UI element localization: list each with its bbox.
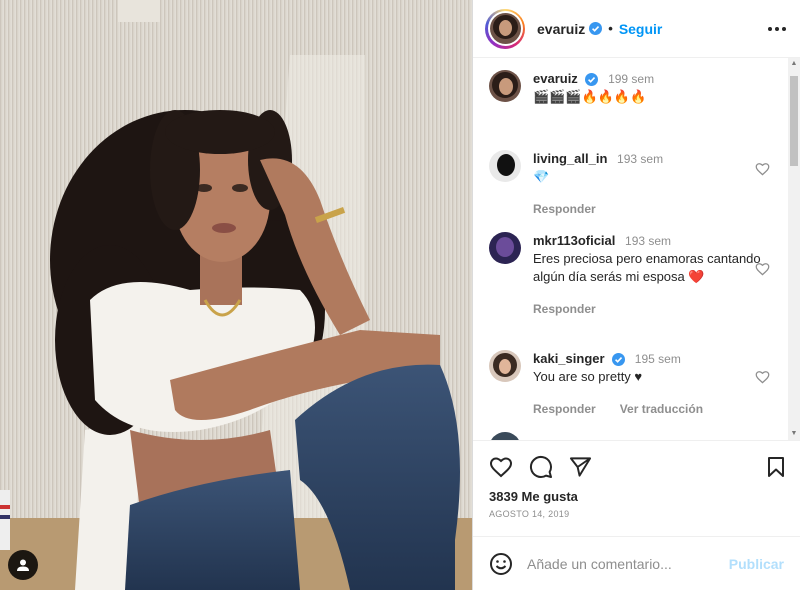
comment-username[interactable]: mkr113oficial [533,233,615,248]
comment-avatar[interactable] [489,232,521,264]
photo-illustration [0,0,472,590]
more-options-button[interactable] [768,26,786,31]
comment-text: 💎 [533,169,550,184]
caption-username[interactable]: evaruiz [533,71,578,86]
verified-icon [612,353,626,367]
post-photo[interactable] [0,0,472,590]
comment-time: 195 sem [634,352,681,366]
heart-icon[interactable] [755,370,770,384]
heart-icon[interactable] [755,162,770,176]
user-tag-icon [17,559,29,571]
heart-icon[interactable] [489,456,513,478]
comments-list[interactable]: ▲ ▼ evaruiz 199 sem 🎬🎬🎬🔥🔥🔥🔥 living_all_i… [473,58,800,440]
post-date: AGOSTO 14, 2019 [489,509,570,519]
comments-scrollbar[interactable]: ▲ ▼ [788,58,800,440]
scroll-down-arrow[interactable]: ▼ [790,430,798,438]
share-icon[interactable] [569,456,592,478]
reply-button[interactable]: Responder [533,400,596,418]
likes-count[interactable]: 3839 Me gusta [489,489,578,504]
user-tag-button[interactable] [8,550,38,580]
translate-button[interactable]: Ver traducción [620,400,703,418]
comment-time: 193 sem [617,152,664,166]
save-icon[interactable] [766,456,786,478]
follow-button[interactable]: Seguir [619,21,663,37]
caption-text: 🎬🎬🎬🔥🔥🔥🔥 [533,89,647,104]
comment-time: 193 sem [625,234,672,248]
comment-text: You are so pretty ♥ [533,369,643,384]
comment-avatar[interactable] [489,432,521,440]
comment-text: Eres preciosa pero enamoras cantando alg… [533,251,761,284]
comment-item: mkr113oficial 193 sem Eres preciosa pero… [489,232,780,318]
author-avatar[interactable] [485,8,525,49]
comment-input[interactable] [527,555,729,572]
comment-item: living_all_in 193 sem 💎 Responder [489,150,780,218]
caption-avatar[interactable] [489,70,521,102]
post-panel: evaruiz • Seguir ▲ ▼ evaruiz 199 sem 🎬🎬🎬… [472,0,800,590]
caption-time: 199 sem [608,72,655,86]
post-header: evaruiz • Seguir [473,0,800,58]
add-comment-bar: Publicar [473,536,800,590]
separator-dot: • [608,21,613,36]
comment-avatar[interactable] [489,350,521,382]
scroll-up-arrow[interactable]: ▲ [790,60,798,68]
reply-button[interactable]: Responder [533,300,596,318]
verified-icon [589,22,603,35]
comment-icon[interactable] [529,455,553,479]
scrollbar-thumb[interactable] [790,76,798,166]
comment-username[interactable]: kaki_singer [533,351,605,366]
post-actions: 3839 Me gusta AGOSTO 14, 2019 Publicar [473,440,800,590]
comment-avatar[interactable] [489,150,521,182]
reply-button[interactable]: Responder [533,200,596,218]
comment-username[interactable]: living_all_in [533,151,607,166]
instagram-post: evaruiz • Seguir ▲ ▼ evaruiz 199 sem 🎬🎬🎬… [0,0,800,590]
caption-item: evaruiz 199 sem 🎬🎬🎬🔥🔥🔥🔥 [489,70,780,106]
publish-button[interactable]: Publicar [729,556,784,572]
comment-item: kaki_singer 195 sem You are so pretty ♥ … [489,350,780,418]
emoji-icon[interactable] [489,552,513,576]
verified-icon [585,73,599,87]
more-icon [768,26,772,31]
comment-item-partial [489,432,780,440]
author-username[interactable]: evaruiz [537,21,585,37]
heart-icon[interactable] [755,262,770,276]
